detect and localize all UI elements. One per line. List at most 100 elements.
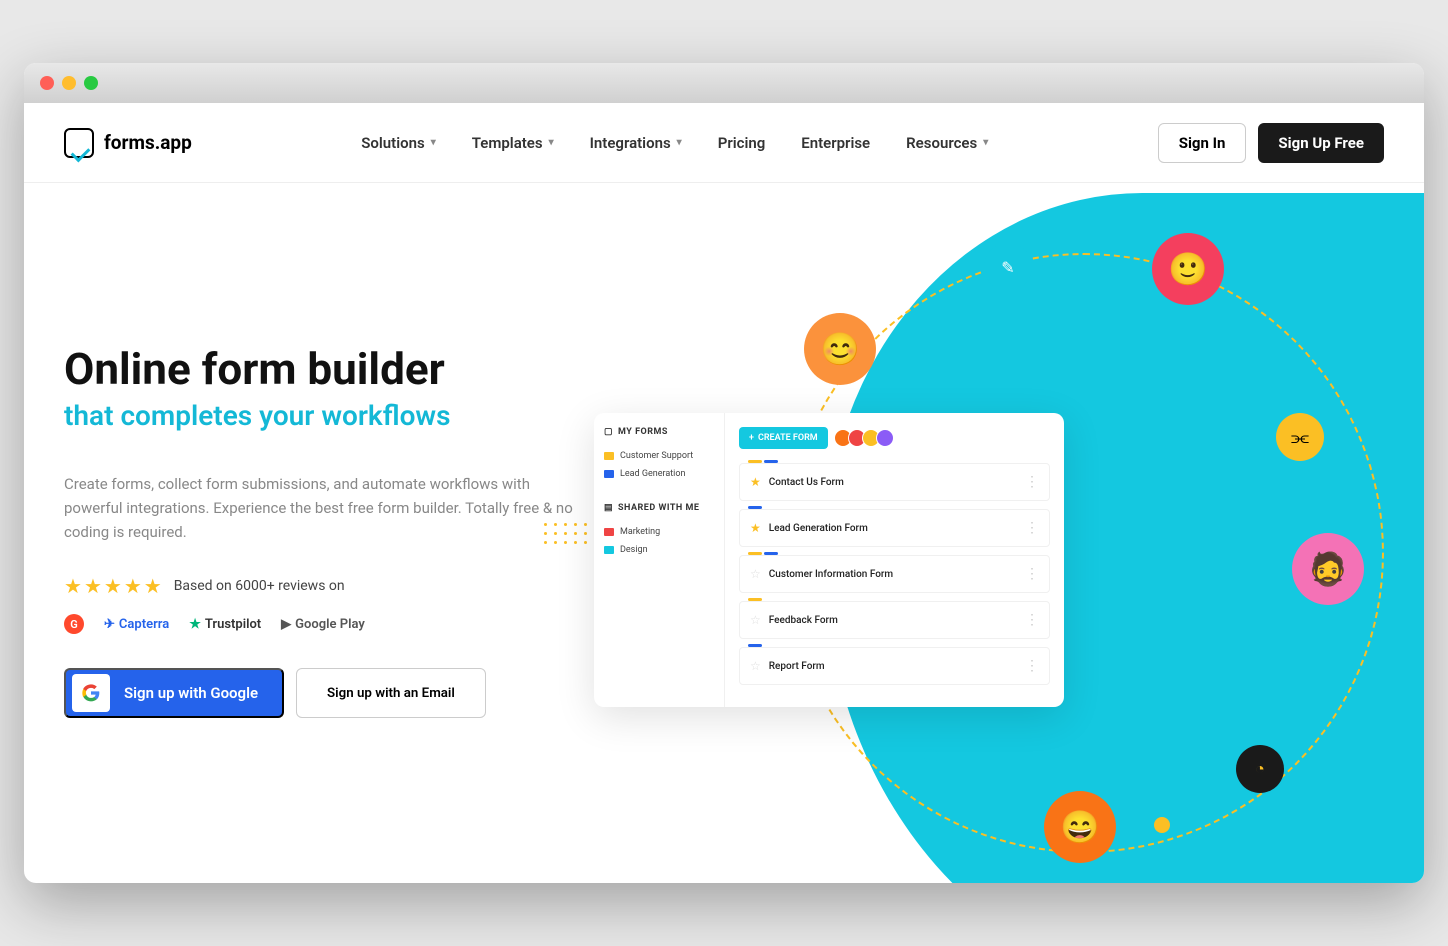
chevron-down-icon: ▾ bbox=[983, 137, 988, 148]
trustpilot-icon: ★ bbox=[189, 617, 201, 632]
folder-item[interactable]: Customer Support bbox=[604, 447, 714, 465]
form-color-bars bbox=[748, 552, 778, 555]
form-list-row[interactable]: ☆ Report Form ⋮ bbox=[739, 647, 1050, 685]
star-icon[interactable]: ☆ bbox=[750, 613, 761, 627]
folder-item[interactable]: Marketing bbox=[604, 523, 714, 541]
avatar: 😄 bbox=[1044, 791, 1116, 863]
auth-buttons: Sign In Sign Up Free bbox=[1158, 123, 1384, 163]
browser-window: forms.app Solutions▾ Templates▾ Integratio… bbox=[24, 63, 1424, 883]
signup-email-button[interactable]: Sign up with an Email bbox=[296, 668, 486, 718]
nav-resources[interactable]: Resources▾ bbox=[906, 134, 988, 152]
star-icon: ★ bbox=[64, 574, 82, 598]
folder-item[interactable]: Design bbox=[604, 541, 714, 559]
logo-icon bbox=[64, 128, 94, 158]
kebab-menu-icon[interactable]: ⋮ bbox=[1025, 520, 1039, 536]
star-icon: ★ bbox=[84, 574, 102, 598]
plus-icon: + bbox=[749, 433, 754, 443]
logo[interactable]: forms.app bbox=[64, 128, 192, 158]
kebab-menu-icon[interactable]: ⋮ bbox=[1025, 612, 1039, 628]
trustpilot-logo[interactable]: ★Trustpilot bbox=[189, 617, 261, 632]
folder-icon bbox=[604, 452, 614, 460]
orbit-dot bbox=[1154, 817, 1170, 833]
hero-title: Online form builder bbox=[64, 343, 584, 395]
form-name: Report Form bbox=[769, 661, 1017, 672]
form-list-row[interactable]: ☆ Feedback Form ⋮ bbox=[739, 601, 1050, 639]
star-icon: ★ bbox=[124, 574, 142, 598]
pencil-icon: ✎ bbox=[984, 243, 1032, 291]
collaborator-avatar[interactable] bbox=[876, 429, 894, 447]
chevron-down-icon: ▾ bbox=[677, 137, 682, 148]
form-name: Contact Us Form bbox=[769, 477, 1017, 488]
google-cta-label: Sign up with Google bbox=[124, 684, 258, 702]
hero-content: Online form builder that completes your … bbox=[64, 243, 584, 823]
folder-item[interactable]: Lead Generation bbox=[604, 465, 714, 483]
avatar: 🧔 bbox=[1292, 533, 1364, 605]
nav-solutions[interactable]: Solutions▾ bbox=[361, 134, 435, 152]
form-name: Customer Information Form bbox=[769, 569, 1017, 580]
star-icon[interactable]: ★ bbox=[750, 475, 761, 489]
maximize-dot[interactable] bbox=[84, 76, 98, 90]
close-dot[interactable] bbox=[40, 76, 54, 90]
star-rating: ★ ★ ★ ★ ★ bbox=[64, 574, 162, 598]
rating-text: Based on 6000+ reviews on bbox=[174, 578, 345, 594]
nav-pricing[interactable]: Pricing bbox=[718, 134, 766, 152]
kebab-menu-icon[interactable]: ⋮ bbox=[1025, 658, 1039, 674]
folder-icon bbox=[604, 546, 614, 554]
create-form-button[interactable]: + CREATE FORM bbox=[739, 427, 828, 449]
chevron-down-icon: ▾ bbox=[549, 137, 554, 148]
folder-icon bbox=[604, 470, 614, 478]
avatar: 🙂 bbox=[1152, 233, 1224, 305]
signup-google-button[interactable]: Sign up with Google bbox=[64, 668, 284, 718]
nav-templates[interactable]: Templates▾ bbox=[472, 134, 554, 152]
folder-icon bbox=[604, 528, 614, 536]
form-list-row[interactable]: ★ Contact Us Form ⋮ bbox=[739, 463, 1050, 501]
dashboard-sidebar: ▢ MY FORMS Customer SupportLead Generati… bbox=[594, 413, 724, 707]
forms-icon: ▢ bbox=[604, 427, 613, 437]
nav-integrations[interactable]: Integrations▾ bbox=[590, 134, 682, 152]
play-icon: ▶ bbox=[281, 617, 291, 632]
chart-icon: ◔ bbox=[1236, 745, 1284, 793]
googleplay-logo[interactable]: ▶Google Play bbox=[281, 617, 365, 632]
form-name: Lead Generation Form bbox=[769, 523, 1017, 534]
logo-text: forms.app bbox=[104, 131, 192, 154]
star-icon[interactable]: ☆ bbox=[750, 567, 761, 581]
g2-icon: G bbox=[64, 614, 84, 634]
main-nav: Solutions▾ Templates▾ Integrations▾ Pricing… bbox=[361, 134, 988, 152]
rating-row: ★ ★ ★ ★ ★ Based on 6000+ reviews on bbox=[64, 574, 584, 598]
form-list-row[interactable]: ☆ Customer Information Form ⋮ bbox=[739, 555, 1050, 593]
cta-buttons: Sign up with Google Sign up with an Emai… bbox=[64, 668, 584, 718]
minimize-dot[interactable] bbox=[62, 76, 76, 90]
nav-enterprise[interactable]: Enterprise bbox=[801, 134, 870, 152]
hero-illustration: ✎ 🙂 😊 ⫘ 🧔 ◔ 😄 ▢ MY FORMS Customer Suppor… bbox=[584, 243, 1424, 823]
window-titlebar bbox=[24, 63, 1424, 103]
hero-description: Create forms, collect form submissions, … bbox=[64, 472, 584, 544]
dashboard-main: + CREATE FORM ★ Contact Us Form ⋮ ★ Lead… bbox=[724, 413, 1064, 707]
chevron-down-icon: ▾ bbox=[431, 137, 436, 148]
star-icon: ★ bbox=[144, 574, 162, 598]
star-icon: ★ bbox=[104, 574, 122, 598]
dashboard-header: + CREATE FORM bbox=[739, 427, 1050, 449]
site-header: forms.app Solutions▾ Templates▾ Integratio… bbox=[24, 103, 1424, 183]
capterra-logo[interactable]: ✈Capterra bbox=[104, 617, 169, 632]
avatar: 😊 bbox=[804, 313, 876, 385]
my-forms-heading: ▢ MY FORMS bbox=[604, 427, 714, 437]
form-color-bars bbox=[748, 460, 778, 463]
hero-subtitle: that completes your workflows bbox=[64, 399, 584, 432]
form-name: Feedback Form bbox=[769, 615, 1017, 626]
hero-section: Online form builder that completes your … bbox=[24, 183, 1424, 883]
signup-button[interactable]: Sign Up Free bbox=[1258, 123, 1384, 163]
review-logos: G ✈Capterra ★Trustpilot ▶Google Play bbox=[64, 614, 584, 634]
kebab-menu-icon[interactable]: ⋮ bbox=[1025, 566, 1039, 582]
share-icon: ⫘ bbox=[1276, 413, 1324, 461]
collaborator-avatars bbox=[838, 429, 894, 447]
form-list-row[interactable]: ★ Lead Generation Form ⋮ bbox=[739, 509, 1050, 547]
google-icon bbox=[72, 674, 110, 712]
orbit-dot bbox=[924, 749, 938, 763]
g2-logo[interactable]: G bbox=[64, 614, 84, 634]
decorative-dots bbox=[544, 523, 598, 544]
star-icon[interactable]: ☆ bbox=[750, 659, 761, 673]
signin-button[interactable]: Sign In bbox=[1158, 123, 1247, 163]
shared-heading: ▤ SHARED WITH ME bbox=[604, 503, 714, 513]
kebab-menu-icon[interactable]: ⋮ bbox=[1025, 474, 1039, 490]
star-icon[interactable]: ★ bbox=[750, 521, 761, 535]
